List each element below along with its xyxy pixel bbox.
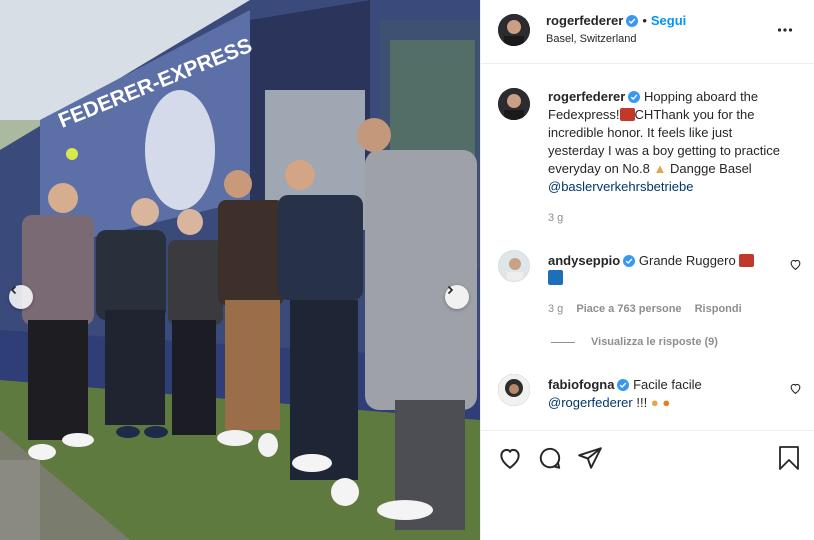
person-3 — [168, 209, 223, 435]
star-eyes-emoji-icon: ● — [662, 395, 671, 410]
avatar-image — [498, 88, 530, 120]
author-avatar[interactable] — [498, 14, 530, 46]
next-photo-button[interactable] — [445, 285, 469, 309]
replies-divider — [551, 341, 575, 343]
heart-icon — [500, 448, 520, 469]
verified-badge-icon — [623, 255, 636, 267]
raised-hands-emoji-icon: ● — [650, 395, 659, 410]
caption-line-2: Fedexpress! — [548, 107, 620, 122]
caption-mention[interactable]: @baslerverkehrsbetriebe — [548, 178, 808, 196]
share-button[interactable] — [577, 445, 603, 474]
person-1 — [22, 183, 94, 460]
comment-1-meta: 3 g Piace a 763 persone Rispondi — [548, 303, 742, 315]
post-header: rogerfederer • Segui Basel, Switzerland — [481, 0, 814, 64]
comment-2-mention[interactable]: @rogerfederer — [548, 395, 633, 410]
caption-line-4: yesterday I was a boy getting to practic… — [548, 143, 780, 158]
avatar-image — [498, 374, 530, 406]
comment-1-like-button[interactable] — [789, 258, 802, 274]
post-actions — [481, 430, 814, 540]
chevron-left-icon — [10, 285, 17, 295]
caption-line-2b: CHThank you for the — [634, 107, 755, 122]
praying-hands-emoji-icon: ▲ — [653, 161, 667, 176]
photo-scene: FEDERER-EXPRESS — [0, 0, 480, 540]
caption-avatar[interactable] — [498, 88, 530, 120]
more-options-button[interactable] — [777, 22, 793, 41]
comment-2-suffix: !!! — [636, 395, 648, 410]
comment-1-time[interactable]: 3 g — [548, 303, 563, 315]
comment-icon — [539, 447, 561, 469]
tram-emoji-icon — [739, 254, 755, 267]
post-location[interactable]: Basel, Switzerland — [546, 33, 637, 45]
comment-2-avatar[interactable] — [498, 374, 530, 406]
more-icon — [777, 28, 793, 32]
caption-line-1: Hopping aboard the — [643, 89, 759, 104]
comment-1-username[interactable]: andyseppio — [548, 253, 620, 268]
save-button[interactable] — [777, 445, 801, 474]
verified-badge-icon — [628, 91, 641, 103]
follow-button[interactable]: Segui — [651, 13, 686, 28]
post-side-panel: rogerfederer • Segui Basel, Switzerland ro… — [480, 0, 814, 540]
caption-username[interactable]: rogerfederer — [548, 89, 625, 104]
avatar-image — [498, 14, 530, 46]
post-photo: FEDERER-EXPRESS — [0, 0, 480, 540]
post-caption: rogerfederer Hopping aboard the Fedexpre… — [548, 88, 808, 196]
tram-emoji-icon — [619, 108, 635, 121]
comment-1-text: Grande Ruggero — [638, 253, 736, 268]
bookmark-icon — [779, 446, 799, 470]
chevron-right-icon — [447, 285, 454, 295]
caption-time[interactable]: 3 g — [548, 212, 563, 224]
person-roger — [217, 170, 284, 457]
caption-line-5b: Dangge Basel — [670, 161, 752, 176]
author-username[interactable]: rogerfederer — [546, 13, 623, 28]
previous-photo-button[interactable] — [9, 285, 33, 309]
share-icon — [578, 447, 602, 469]
verified-badge-icon — [617, 379, 630, 391]
comment-2-text: Facile facile — [633, 377, 702, 392]
comment-2-username[interactable]: fabiofogna — [548, 377, 614, 392]
like-button[interactable] — [497, 445, 523, 474]
person-2 — [96, 198, 168, 438]
comment-button[interactable] — [537, 445, 563, 474]
heart-icon — [790, 259, 801, 271]
view-replies-button[interactable]: Visualizza le risposte (9) — [551, 336, 718, 348]
comment-1-likes[interactable]: Piace a 763 persone — [576, 303, 681, 315]
view-replies-label: Visualizza le risposte (9) — [591, 336, 718, 348]
caption-line-3: incredible honor. It feels like just — [548, 125, 733, 140]
comment-1: andyseppio Grande Ruggero — [548, 252, 788, 288]
comment-2: fabiofogna Facile facile @rogerfederer !… — [548, 376, 788, 412]
separator-dot: • — [642, 13, 647, 28]
person-5 — [278, 160, 363, 506]
comment-2-like-button[interactable] — [789, 382, 802, 398]
verified-badge-icon — [626, 15, 639, 27]
heart-icon — [790, 383, 801, 395]
avatar-image — [499, 251, 529, 281]
comment-1-avatar[interactable] — [498, 250, 530, 282]
caption-line-5: everyday on No.8 — [548, 161, 650, 176]
tram-sign-emoji-icon — [548, 270, 563, 285]
comment-1-reply-button[interactable]: Rispondi — [695, 303, 742, 315]
